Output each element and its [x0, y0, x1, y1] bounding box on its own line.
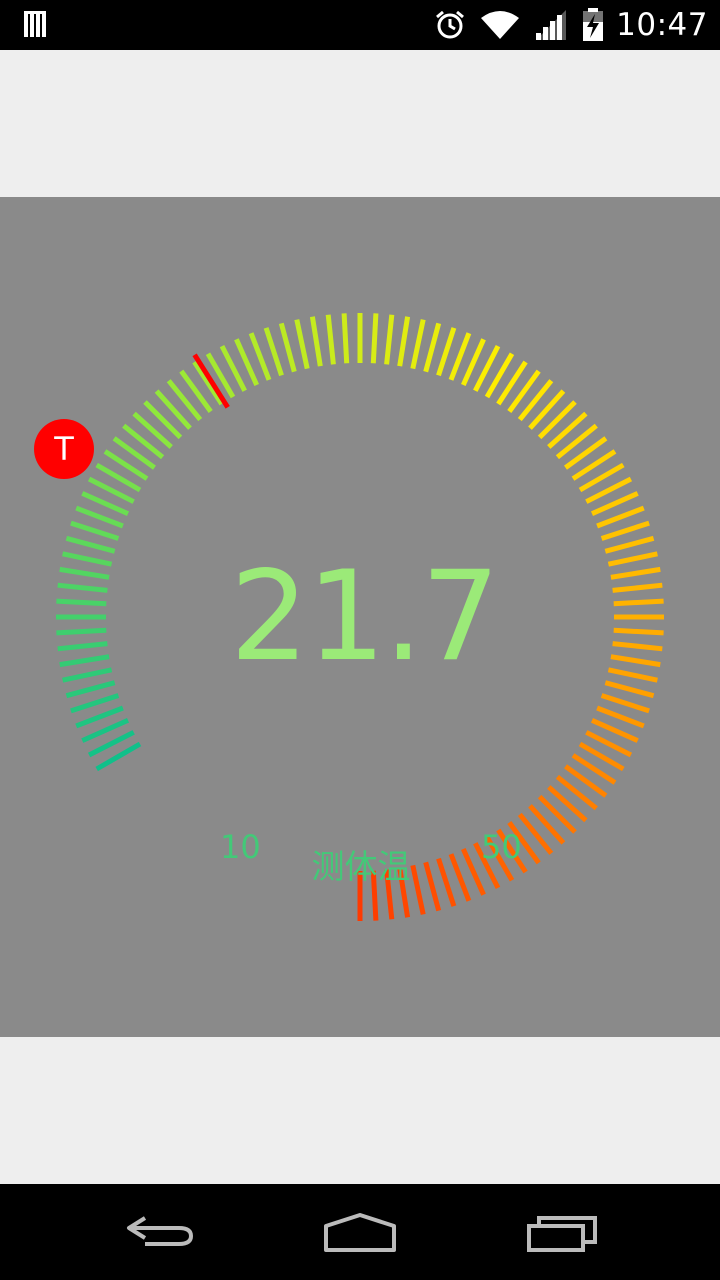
- status-clock: 10:47: [616, 7, 708, 43]
- gauge-tick: [65, 535, 116, 554]
- battery-charging-icon: [583, 8, 604, 41]
- navigation-bar: [0, 1184, 720, 1280]
- gauge-tick: [397, 316, 411, 367]
- wifi-icon: [481, 11, 520, 39]
- gauge-tick: [309, 316, 323, 367]
- gauge-tick: [278, 322, 297, 373]
- recents-icon[interactable]: [517, 1204, 607, 1260]
- gauge-tick: [70, 520, 120, 541]
- gauge-tick: [604, 535, 655, 554]
- gauge-caption: 测体温: [311, 847, 411, 886]
- gauge-tick: [325, 314, 336, 365]
- gauge-tick: [600, 520, 650, 541]
- home-icon[interactable]: [315, 1204, 405, 1260]
- gauge-tick: [384, 314, 395, 365]
- gauge-tick: [370, 313, 379, 364]
- app-screen: 10:47 21.7 10 50 测体温 T: [0, 0, 720, 1280]
- gauge-tick: [537, 794, 577, 834]
- gauge-tick: [341, 313, 350, 364]
- gauge-tick: [528, 389, 566, 430]
- gauge-tick: [263, 327, 284, 377]
- gauge-tick: [600, 693, 650, 714]
- gauge-tick: [547, 411, 588, 449]
- gauge-tick: [294, 319, 310, 370]
- back-icon[interactable]: [115, 1204, 205, 1260]
- gauge-tick: [528, 804, 566, 845]
- gauge-tick: [132, 411, 173, 449]
- gauge-tick: [143, 400, 183, 440]
- status-bar: 10:47: [0, 0, 720, 50]
- temperature-readout: 21.7: [229, 545, 500, 689]
- cell-signal-icon: [536, 10, 567, 40]
- gauge-tick: [70, 693, 120, 714]
- gauge-tick: [436, 327, 457, 377]
- gauge-knob[interactable]: T: [34, 419, 94, 479]
- thermometer-gauge[interactable]: 21.7 10 50 测体温 T: [0, 197, 720, 1037]
- gauge-tick: [423, 322, 442, 373]
- gauge-tick: [154, 389, 192, 430]
- notification-icon: [24, 11, 46, 37]
- gauge-tick: [547, 785, 588, 823]
- gauge-tick: [537, 400, 577, 440]
- gauge-tick: [410, 319, 426, 370]
- gauge-tick: [65, 680, 116, 699]
- alarm-icon: [436, 10, 465, 39]
- gauge-tick: [604, 680, 655, 699]
